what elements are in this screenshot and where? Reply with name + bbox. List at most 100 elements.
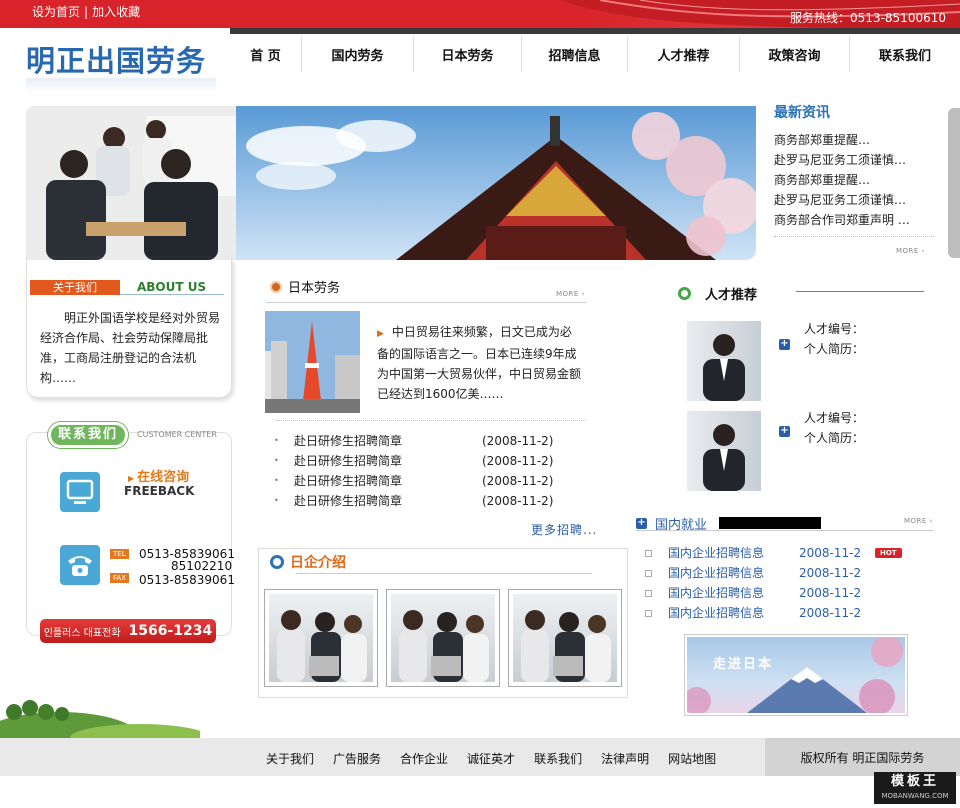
list-item-title[interactable]: 赴日研修生招聘简章: [294, 451, 482, 471]
list-item[interactable]: • 赴日研修生招聘简章 (2008-11-2): [274, 471, 584, 491]
list-item-date: (2008-11-2): [482, 494, 554, 508]
news-more-label: MORE: [896, 247, 919, 255]
nav-home[interactable]: 首 页: [230, 36, 302, 72]
talent-resume-label[interactable]: 个人简历：: [804, 428, 864, 448]
play-icon: ▶: [377, 329, 384, 339]
list-item-title[interactable]: 国内企业招聘信息: [668, 583, 799, 603]
talent-info: 人才编号： 个人简历：: [804, 319, 864, 359]
footer-link-sitemap[interactable]: 网站地图: [668, 750, 716, 767]
section-bullet-icon: [270, 555, 284, 569]
list-item[interactable]: • 赴日研修生招聘简章 (2008-11-2): [274, 491, 584, 511]
hills-decoration: [0, 700, 200, 738]
list-item-title[interactable]: 赴日研修生招聘简章: [294, 491, 482, 511]
hotline-label: 인플러스 대표전화: [43, 627, 121, 639]
talent-header: 人才推荐: [678, 284, 757, 303]
talent-photo[interactable]: [687, 321, 761, 401]
hotline-number: 1566-1234: [128, 623, 213, 639]
list-item-date: 2008-11-2: [799, 586, 862, 600]
hotline-banner[interactable]: 인플러스 대표전화 1566-1234: [40, 619, 216, 643]
contact-panel: [26, 432, 232, 636]
nav-contact[interactable]: 联系我们: [850, 36, 960, 72]
talent-id-label: 人才编号：: [804, 322, 865, 336]
list-item-title[interactable]: 国内企业招聘信息: [668, 543, 799, 563]
news-item[interactable]: 商务部郑重提醒…: [774, 130, 934, 150]
footer-link-legal[interactable]: 法律声明: [601, 750, 649, 767]
nav-talent[interactable]: 人才推荐: [628, 36, 740, 72]
domestic-more-link[interactable]: MORE ›: [904, 517, 933, 525]
nav-japan-labor[interactable]: 日本劳务: [414, 36, 522, 72]
bullet-icon: •: [274, 496, 279, 505]
about-tag[interactable]: 关于我们: [30, 280, 120, 295]
expand-plus-icon[interactable]: +: [779, 339, 790, 350]
talent-title: 人才推荐: [705, 288, 758, 303]
nav-recruitment[interactable]: 招聘信息: [522, 36, 628, 72]
nav-domestic-labor[interactable]: 国内劳务: [302, 36, 414, 72]
watermark-logo: 模板王 MOBANWANG.COM: [874, 772, 956, 804]
tel-number-2: 85102210: [171, 559, 233, 573]
telephone-icon: [60, 545, 100, 585]
tel-tag: TEL: [110, 549, 129, 559]
add-favorite-link[interactable]: 加入收藏: [92, 5, 140, 19]
list-item[interactable]: 国内企业招聘信息 2008-11-2 HOT: [645, 543, 935, 563]
news-divider: [774, 236, 934, 237]
monitor-icon[interactable]: [60, 472, 100, 512]
about-en-heading: ABOUT US: [137, 280, 207, 294]
contact-badge: 联系我们: [48, 422, 128, 448]
company-photo[interactable]: [264, 589, 378, 687]
service-hotline: 服务热线：0513-85100610: [790, 11, 946, 25]
domestic-list: 国内企业招聘信息 2008-11-2 HOT 国内企业招聘信息 2008-11-2 国…: [645, 543, 935, 623]
about-divider: [120, 294, 224, 295]
fax-number: 0513-85839061: [139, 573, 235, 587]
scrollbar-thumb[interactable]: [948, 108, 960, 258]
tokyo-tower-image: [265, 311, 360, 413]
news-item[interactable]: 赴罗马尼亚务工须谨慎…: [774, 150, 934, 170]
talent-divider: [796, 291, 924, 292]
set-homepage-link[interactable]: 设为首页: [32, 5, 80, 19]
list-item[interactable]: 国内企业招聘信息 2008-11-2: [645, 563, 935, 583]
japan-labor-dot-divider: [276, 420, 586, 421]
footer-link-partners[interactable]: 合作企业: [400, 750, 448, 767]
list-item-title[interactable]: 国内企业招聘信息: [668, 603, 799, 623]
list-item-date: 2008-11-2: [799, 546, 862, 560]
footer-link-contact[interactable]: 联系我们: [534, 750, 582, 767]
list-item[interactable]: • 赴日研修生招聘简章 (2008-11-2): [274, 431, 584, 451]
more-jobs-link[interactable]: 更多招聘...: [531, 521, 597, 538]
customer-center-label: CUSTOMER CENTER: [137, 430, 217, 439]
list-item-date: 2008-11-2: [799, 606, 862, 620]
footer-link-about[interactable]: 关于我们: [266, 750, 314, 767]
watermark-name: 模板王: [890, 774, 939, 789]
about-text: 明正外国语学校是经对外贸易经济合作局、社会劳动保障局批准，工商局注册登记的合法机…: [40, 311, 221, 385]
footer-link-careers[interactable]: 诚征英才: [467, 750, 515, 767]
enter-japan-banner[interactable]: 走进日本: [684, 634, 908, 716]
list-item[interactable]: • 赴日研修生招聘简章 (2008-11-2): [274, 451, 584, 471]
japan-labor-desc-text: 中日贸易往来频繁，日文已成为必备的国际语言之一。日本已连续9年成为中国第一大贸易…: [377, 325, 582, 401]
nav-policy[interactable]: 政策咨询: [740, 36, 850, 72]
news-more-link[interactable]: MORE ›: [896, 247, 925, 255]
japan-labor-more-link[interactable]: MORE ›: [556, 290, 585, 298]
expand-plus-icon[interactable]: +: [779, 426, 790, 437]
chevron-right-icon: ›: [929, 517, 933, 525]
square-bullet-icon: [645, 569, 652, 577]
company-photo[interactable]: [386, 589, 500, 687]
bullet-icon: •: [274, 476, 279, 485]
list-item[interactable]: 国内企业招聘信息 2008-11-2: [645, 583, 935, 603]
list-item-title[interactable]: 赴日研修生招聘简章: [294, 431, 482, 451]
japan-labor-more-label: MORE: [556, 290, 579, 298]
news-item[interactable]: 赴罗马尼亚务工须谨慎…: [774, 190, 934, 210]
news-item[interactable]: 商务部合作司郑重声明 …: [774, 210, 934, 230]
domestic-more-label: MORE: [904, 517, 927, 525]
talent-resume-label[interactable]: 个人简历：: [804, 339, 864, 359]
online-consult-link[interactable]: ▶ 在线咨询: [128, 466, 189, 485]
talent-photo[interactable]: [687, 411, 761, 491]
domestic-divider: [636, 530, 934, 531]
list-item-title[interactable]: 国内企业招聘信息: [668, 563, 799, 583]
list-item-title[interactable]: 赴日研修生招聘简章: [294, 471, 482, 491]
japan-labor-list: • 赴日研修生招聘简章 (2008-11-2) • 赴日研修生招聘简章 (2008-11…: [274, 431, 584, 511]
news-item[interactable]: 商务部郑重提醒…: [774, 170, 934, 190]
redacted-bar: [719, 517, 821, 529]
site-logo[interactable]: 明正出国劳务: [26, 38, 206, 80]
company-photo[interactable]: [508, 589, 622, 687]
square-bullet-icon: [645, 609, 652, 617]
footer-link-ads[interactable]: 广告服务: [333, 750, 381, 767]
list-item[interactable]: 国内企业招聘信息 2008-11-2: [645, 603, 935, 623]
